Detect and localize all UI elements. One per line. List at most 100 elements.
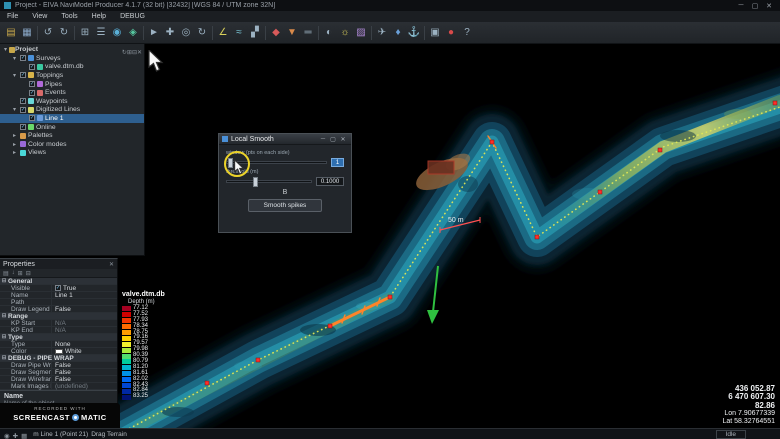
open-project-icon[interactable]: ▤ — [3, 25, 19, 41]
list-view-icon[interactable]: ☰ — [93, 25, 109, 41]
property-value-text: False — [55, 376, 71, 383]
record-icon[interactable]: ● — [443, 25, 459, 41]
dialog-minimize-button[interactable]: ─ — [318, 136, 328, 142]
checkbox[interactable]: ✓ — [20, 107, 26, 113]
crosshair-icon[interactable]: ✚ — [13, 433, 18, 439]
threshold-value-box[interactable]: 0.1000 — [316, 177, 344, 186]
property-value[interactable]: False — [52, 306, 117, 313]
smooth-spikes-button[interactable]: Smooth spikes — [248, 199, 322, 212]
twisty-icon[interactable]: ▸ — [11, 149, 18, 156]
snap-icon[interactable]: ◉ — [4, 433, 10, 439]
close-panel-icon[interactable]: ✕ — [137, 50, 142, 56]
checkbox[interactable]: ✓ — [20, 98, 26, 104]
dialog-title-bar[interactable]: Local Smooth ─ ▢ ✕ — [219, 134, 351, 145]
anchor-icon[interactable]: ⚓ — [406, 25, 422, 41]
property-value[interactable]: ✓True — [52, 285, 117, 292]
capture-icon[interactable]: ▣ — [427, 25, 443, 41]
property-value[interactable]: White — [52, 348, 117, 355]
properties-close-icon[interactable]: ✕ — [109, 261, 114, 268]
vessel-icon[interactable]: ♦ — [390, 25, 406, 41]
select-tool-icon[interactable]: ► — [146, 25, 162, 41]
property-value[interactable]: N/A — [52, 327, 117, 334]
tree-item-color-modes[interactable]: ▸Color modes — [0, 140, 144, 149]
property-row-mark-images-folder[interactable]: Mark Images Folder(undefined) — [0, 383, 117, 390]
checkbox[interactable]: ✓ — [29, 115, 35, 121]
twisty-icon[interactable]: ▾ — [11, 55, 18, 62]
dialog-maximize-button[interactable]: ▢ — [328, 136, 338, 143]
tree-root-row[interactable]: ▾ Project ↻⊞⊟✕ — [0, 45, 144, 54]
save-icon[interactable]: ▦ — [19, 25, 35, 41]
collapse-icon[interactable]: ⊟ — [0, 278, 8, 284]
pipeline-tool-icon[interactable]: ═ — [300, 25, 316, 41]
alphabetical-icon[interactable]: ↓ — [12, 270, 15, 276]
menu-debug[interactable]: DEBUG — [113, 11, 152, 22]
collapse-icon[interactable]: ⊟ — [0, 334, 8, 340]
checkbox[interactable]: ✓ — [29, 81, 35, 87]
property-value[interactable]: None — [52, 341, 117, 348]
menu-tools[interactable]: Tools — [54, 11, 84, 22]
light-icon[interactable]: ☼ — [337, 25, 353, 41]
checkbox[interactable]: ✓ — [20, 55, 26, 61]
palette-icon[interactable]: ▨ — [353, 25, 369, 41]
twisty-icon[interactable]: ▾ — [2, 46, 9, 53]
categorized-icon[interactable]: ▤ — [3, 270, 9, 277]
property-value[interactable]: False — [52, 362, 117, 369]
grid-view-icon[interactable]: ⊞ — [77, 25, 93, 41]
aircraft-icon[interactable]: ✈ — [374, 25, 390, 41]
title-bar[interactable]: Project - EIVA NaviModel Producer 4.1.7 … — [0, 0, 780, 11]
minimize-button[interactable]: ─ — [734, 2, 748, 9]
collapse-icon[interactable]: ⊟ — [0, 313, 8, 319]
pan-tool-icon[interactable]: ✚ — [162, 25, 178, 41]
checkbox[interactable]: ✓ — [20, 124, 26, 130]
window-value-box[interactable]: 1 — [331, 158, 344, 167]
menu-view[interactable]: View — [25, 11, 54, 22]
camera-icon[interactable]: ◐ — [321, 25, 337, 41]
dialog-close-button[interactable]: ✕ — [338, 136, 348, 143]
tree-item-online[interactable]: ✓Online — [0, 123, 144, 132]
twisty-icon[interactable]: ▸ — [11, 132, 18, 139]
checkbox[interactable]: ✓ — [29, 64, 35, 70]
redo-icon[interactable]: ↻ — [56, 25, 72, 41]
close-button[interactable]: ✕ — [762, 2, 776, 10]
tree-item-events[interactable]: ✓Events — [0, 88, 144, 97]
maximize-button[interactable]: ▢ — [748, 2, 762, 10]
rotate-tool-icon[interactable]: ↻ — [194, 25, 210, 41]
checkbox[interactable]: ✓ — [20, 72, 26, 78]
collapse-icon[interactable]: ⊟ — [0, 355, 8, 361]
twisty-icon[interactable]: ▸ — [11, 141, 18, 148]
tree-item-digitized-lines[interactable]: ▾✓Digitized Lines — [0, 106, 144, 115]
twisty-icon[interactable]: ▾ — [11, 106, 18, 113]
expand-rows-icon[interactable]: ⊞ — [18, 270, 23, 277]
tree-item-palettes[interactable]: ▸Palettes — [0, 131, 144, 140]
zoom-tool-icon[interactable]: ◎ — [178, 25, 194, 41]
menu-help[interactable]: Help — [85, 11, 113, 22]
tree-item-waypoints[interactable]: ✓Waypoints — [0, 97, 144, 106]
help-icon[interactable]: ? — [459, 25, 475, 41]
measure-tool-icon[interactable]: ∠ — [215, 25, 231, 41]
marker-tool-icon[interactable]: ▼ — [284, 25, 300, 41]
model-3d-view-icon[interactable]: ◈ — [125, 25, 141, 41]
cross-section-tool-icon[interactable]: ▞ — [247, 25, 263, 41]
profile-tool-icon[interactable]: ≈ — [231, 25, 247, 41]
undo-icon[interactable]: ↺ — [40, 25, 56, 41]
property-value[interactable]: (undefined) — [52, 383, 117, 390]
tree-item-valve-dtm-db[interactable]: ✓valve.dtm.db — [0, 63, 144, 72]
tree-item-views[interactable]: ▸Views — [0, 149, 144, 158]
menu-file[interactable]: File — [0, 11, 25, 22]
tree-item-pipes[interactable]: ✓Pipes — [0, 80, 144, 89]
property-value[interactable]: Line 1 — [52, 292, 117, 299]
waypoint-tool-icon[interactable]: ◆ — [268, 25, 284, 41]
threshold-slider-handle[interactable] — [253, 177, 258, 187]
checkbox[interactable]: ✓ — [29, 90, 35, 96]
property-value[interactable]: False — [52, 369, 117, 376]
tree-item-toppings[interactable]: ▾✓Toppings — [0, 71, 144, 80]
3d-viewport[interactable]: 50 m — [118, 44, 780, 428]
property-value[interactable]: False — [52, 376, 117, 383]
twisty-icon[interactable]: ▾ — [11, 72, 18, 79]
tree-item-line-1[interactable]: ✓Line 1 — [0, 114, 144, 123]
property-value[interactable]: N/A — [52, 320, 117, 327]
checkbox[interactable]: ✓ — [55, 285, 61, 291]
globe-view-icon[interactable]: ◉ — [109, 25, 125, 41]
collapse-rows-icon[interactable]: ⊟ — [26, 270, 31, 277]
grid-icon[interactable]: ▦ — [21, 433, 27, 439]
